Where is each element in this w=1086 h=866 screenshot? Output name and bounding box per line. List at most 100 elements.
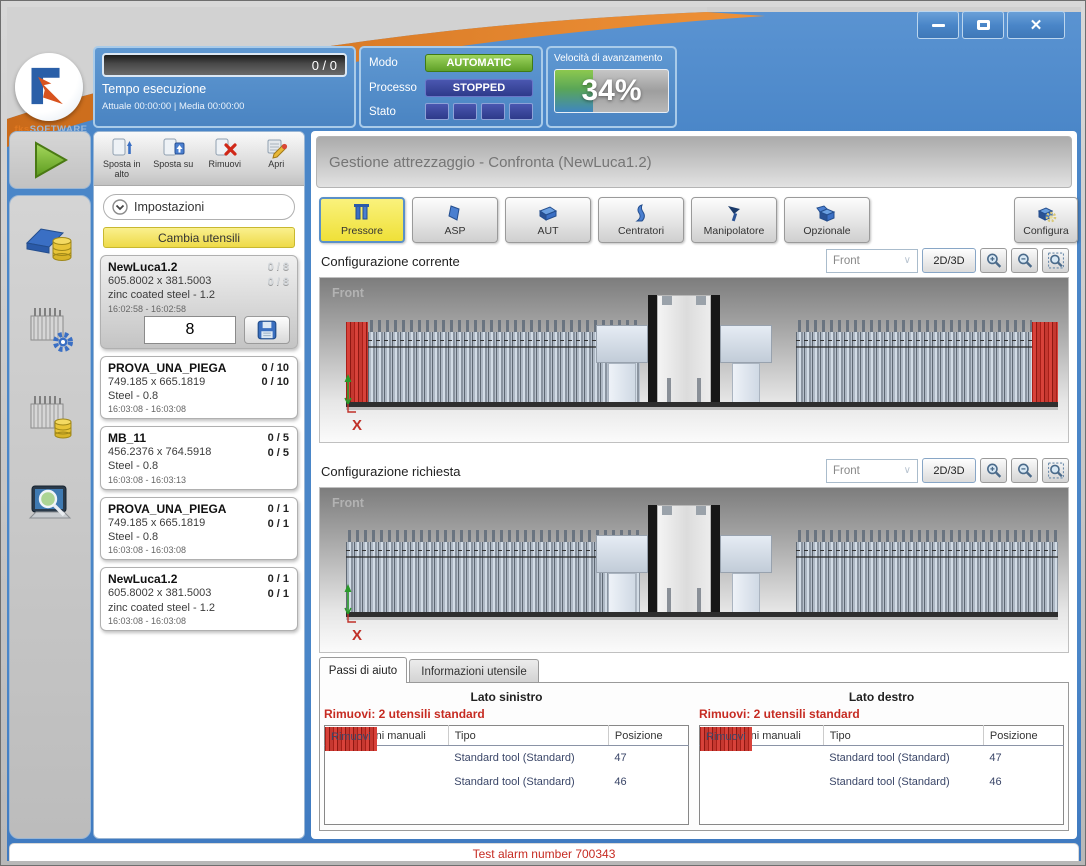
- sidebar-item-part-database[interactable]: [21, 212, 79, 268]
- zoom-fit-button[interactable]: [1042, 458, 1069, 483]
- job-card[interactable]: PROVA_UNA_PIEGA 749.185 x 665.1819 Steel…: [100, 356, 298, 420]
- view-select-value: Front: [833, 255, 860, 267]
- save-quantity-button[interactable]: [244, 316, 290, 344]
- sposta-su-button[interactable]: Sposta su: [148, 134, 200, 185]
- modo-value-badge: AUTOMATIC: [425, 54, 533, 72]
- job-cards: NewLuca1.2 605.8002 x 381.5003 zinc coat…: [94, 255, 304, 631]
- column-notch: [662, 296, 672, 305]
- job-card[interactable]: NewLuca1.2 605.8002 x 381.5003 zinc coat…: [100, 567, 298, 631]
- sidebar-item-tooling-setup[interactable]: [21, 300, 79, 356]
- rimuovi-button[interactable]: Rimuovi: [199, 134, 251, 185]
- zoom-in-button[interactable]: [980, 458, 1007, 483]
- table-row[interactable]: Rimuovi Standard tool (Standard) 47: [325, 746, 689, 770]
- column-header: Posizione: [608, 726, 688, 746]
- view-select[interactable]: Front ∨: [826, 459, 918, 483]
- column-notch: [696, 506, 706, 515]
- close-button[interactable]: ✕: [1007, 11, 1065, 39]
- column-notch: [662, 506, 672, 515]
- chevron-down-icon: [112, 199, 128, 215]
- tab-aut[interactable]: AUT: [505, 197, 591, 243]
- zoom-fit-icon: [1047, 252, 1065, 269]
- job-times: 16:02:58 - 16:02:58: [108, 304, 290, 314]
- stato-square: [481, 103, 505, 120]
- job-card-selected[interactable]: NewLuca1.2 605.8002 x 381.5003 zinc coat…: [100, 255, 298, 349]
- job-card[interactable]: PROVA_UNA_PIEGA 749.185 x 665.1819 Steel…: [100, 497, 298, 561]
- clamp-block: [720, 325, 772, 363]
- open-icon: [264, 137, 288, 159]
- zoom-fit-button[interactable]: [1042, 248, 1069, 273]
- execution-time-panel: 0 / 0 Tempo esecuzione Attuale 00:00:00 …: [93, 46, 356, 128]
- clamp-block: [596, 535, 648, 573]
- stato-square: [453, 103, 477, 120]
- rail-shadow: [346, 407, 1058, 410]
- sidebar-item-tool-database[interactable]: [21, 388, 79, 444]
- select-chevron-icon: ∨: [904, 255, 911, 266]
- diagnostics-icon: [24, 482, 76, 526]
- tools-to-remove-right: [1032, 322, 1058, 402]
- table-row[interactable]: Rimuovi Standard tool (Standard) 46: [700, 770, 1064, 794]
- table-row[interactable]: Rimuovi Standard tool (Standard) 46: [325, 770, 689, 794]
- required-config-viewport[interactable]: Front: [319, 487, 1069, 653]
- stato-indicator-squares: [425, 103, 533, 120]
- column-notch: [696, 296, 706, 305]
- part-database-icon: [23, 217, 77, 263]
- job-name: PROVA_UNA_PIEGA: [108, 502, 290, 516]
- zoom-out-button[interactable]: [1011, 458, 1038, 483]
- tab-manipolatore[interactable]: Manipolatore: [691, 197, 777, 243]
- start-button[interactable]: [9, 131, 91, 189]
- button-label: Sposta in alto: [96, 159, 148, 180]
- viewport-view-label: Front: [332, 496, 364, 510]
- toggle-2d3d-button[interactable]: 2D/3D: [922, 458, 976, 483]
- section-label: Configurazione corrente: [321, 254, 460, 269]
- apri-button[interactable]: Apri: [251, 134, 303, 185]
- impostazioni-expander[interactable]: Impostazioni: [103, 194, 295, 220]
- clamp-line: [796, 550, 1058, 551]
- quantity-input[interactable]: [144, 316, 236, 344]
- maximize-button[interactable]: [962, 11, 1004, 39]
- toggle-2d3d-button[interactable]: 2D/3D: [922, 248, 976, 273]
- zoom-in-button[interactable]: [980, 248, 1007, 273]
- tab-centratori[interactable]: Centratori: [598, 197, 684, 243]
- guide-bar: [711, 505, 720, 617]
- minimize-button[interactable]: [917, 11, 959, 39]
- center-clamp-assembly: [596, 295, 792, 407]
- guide-bar: [711, 295, 720, 407]
- tab-asp[interactable]: ASP: [412, 197, 498, 243]
- die-shoulder-line: [796, 346, 1032, 348]
- manual-operations-table: Operazioni manuali Tipo Posizione Rimuov…: [699, 725, 1064, 825]
- column-leg: [667, 588, 671, 614]
- view-select[interactable]: Front ∨: [826, 249, 918, 273]
- column-leg: [697, 588, 701, 614]
- table-row[interactable]: Rimuovi Standard tool (Standard) 47: [700, 746, 1064, 770]
- execution-progressbar: 0 / 0: [102, 53, 347, 77]
- category-tabs: Pressore ASP AUT Centrato: [319, 197, 870, 243]
- sidebar-item-diagnostics[interactable]: [21, 476, 79, 532]
- job-counters: 0 / 10 / 1: [268, 502, 289, 532]
- tab-opzionale[interactable]: Opzionale: [784, 197, 870, 243]
- backgauge-column: [657, 295, 711, 407]
- job-dimensions: 605.8002 x 381.5003: [108, 586, 290, 600]
- tab-passi-di-aiuto[interactable]: Passi di aiuto: [319, 657, 407, 683]
- job-times: 16:03:08 - 16:03:08: [108, 545, 290, 555]
- tool-rack-right: [796, 332, 1032, 402]
- job-name: NewLuca1.2: [108, 260, 290, 274]
- center-clamp-assembly: [596, 505, 792, 617]
- current-config-viewport[interactable]: Front: [319, 277, 1069, 443]
- job-card[interactable]: MB_11 456.2376 x 764.5918 Steel - 0.8 16…: [100, 426, 298, 490]
- cambia-utensili-button[interactable]: Cambia utensili: [103, 227, 295, 248]
- zoom-fit-icon: [1047, 462, 1065, 479]
- remove-alert: Rimuovi: 2 utensili standard: [699, 707, 1064, 721]
- configura-button[interactable]: Configura: [1014, 197, 1078, 243]
- tab-pressore[interactable]: Pressore: [319, 197, 405, 243]
- left-side-section: Lato sinistro Rimuovi: 2 utensili standa…: [324, 688, 689, 825]
- tab-label: Manipolatore: [704, 225, 765, 237]
- zoom-out-icon: [1016, 252, 1034, 269]
- alarm-status-bar[interactable]: Test alarm number 700343: [9, 843, 1079, 861]
- sposta-in-alto-button[interactable]: Sposta in alto: [96, 134, 148, 185]
- job-material: zinc coated steel - 1.2: [108, 601, 290, 615]
- tab-informazioni-utensile[interactable]: Informazioni utensile: [409, 659, 539, 683]
- column-header: Tipo: [448, 726, 608, 746]
- rail-shadow: [346, 617, 1058, 620]
- job-name: MB_11: [108, 431, 290, 445]
- zoom-out-button[interactable]: [1011, 248, 1038, 273]
